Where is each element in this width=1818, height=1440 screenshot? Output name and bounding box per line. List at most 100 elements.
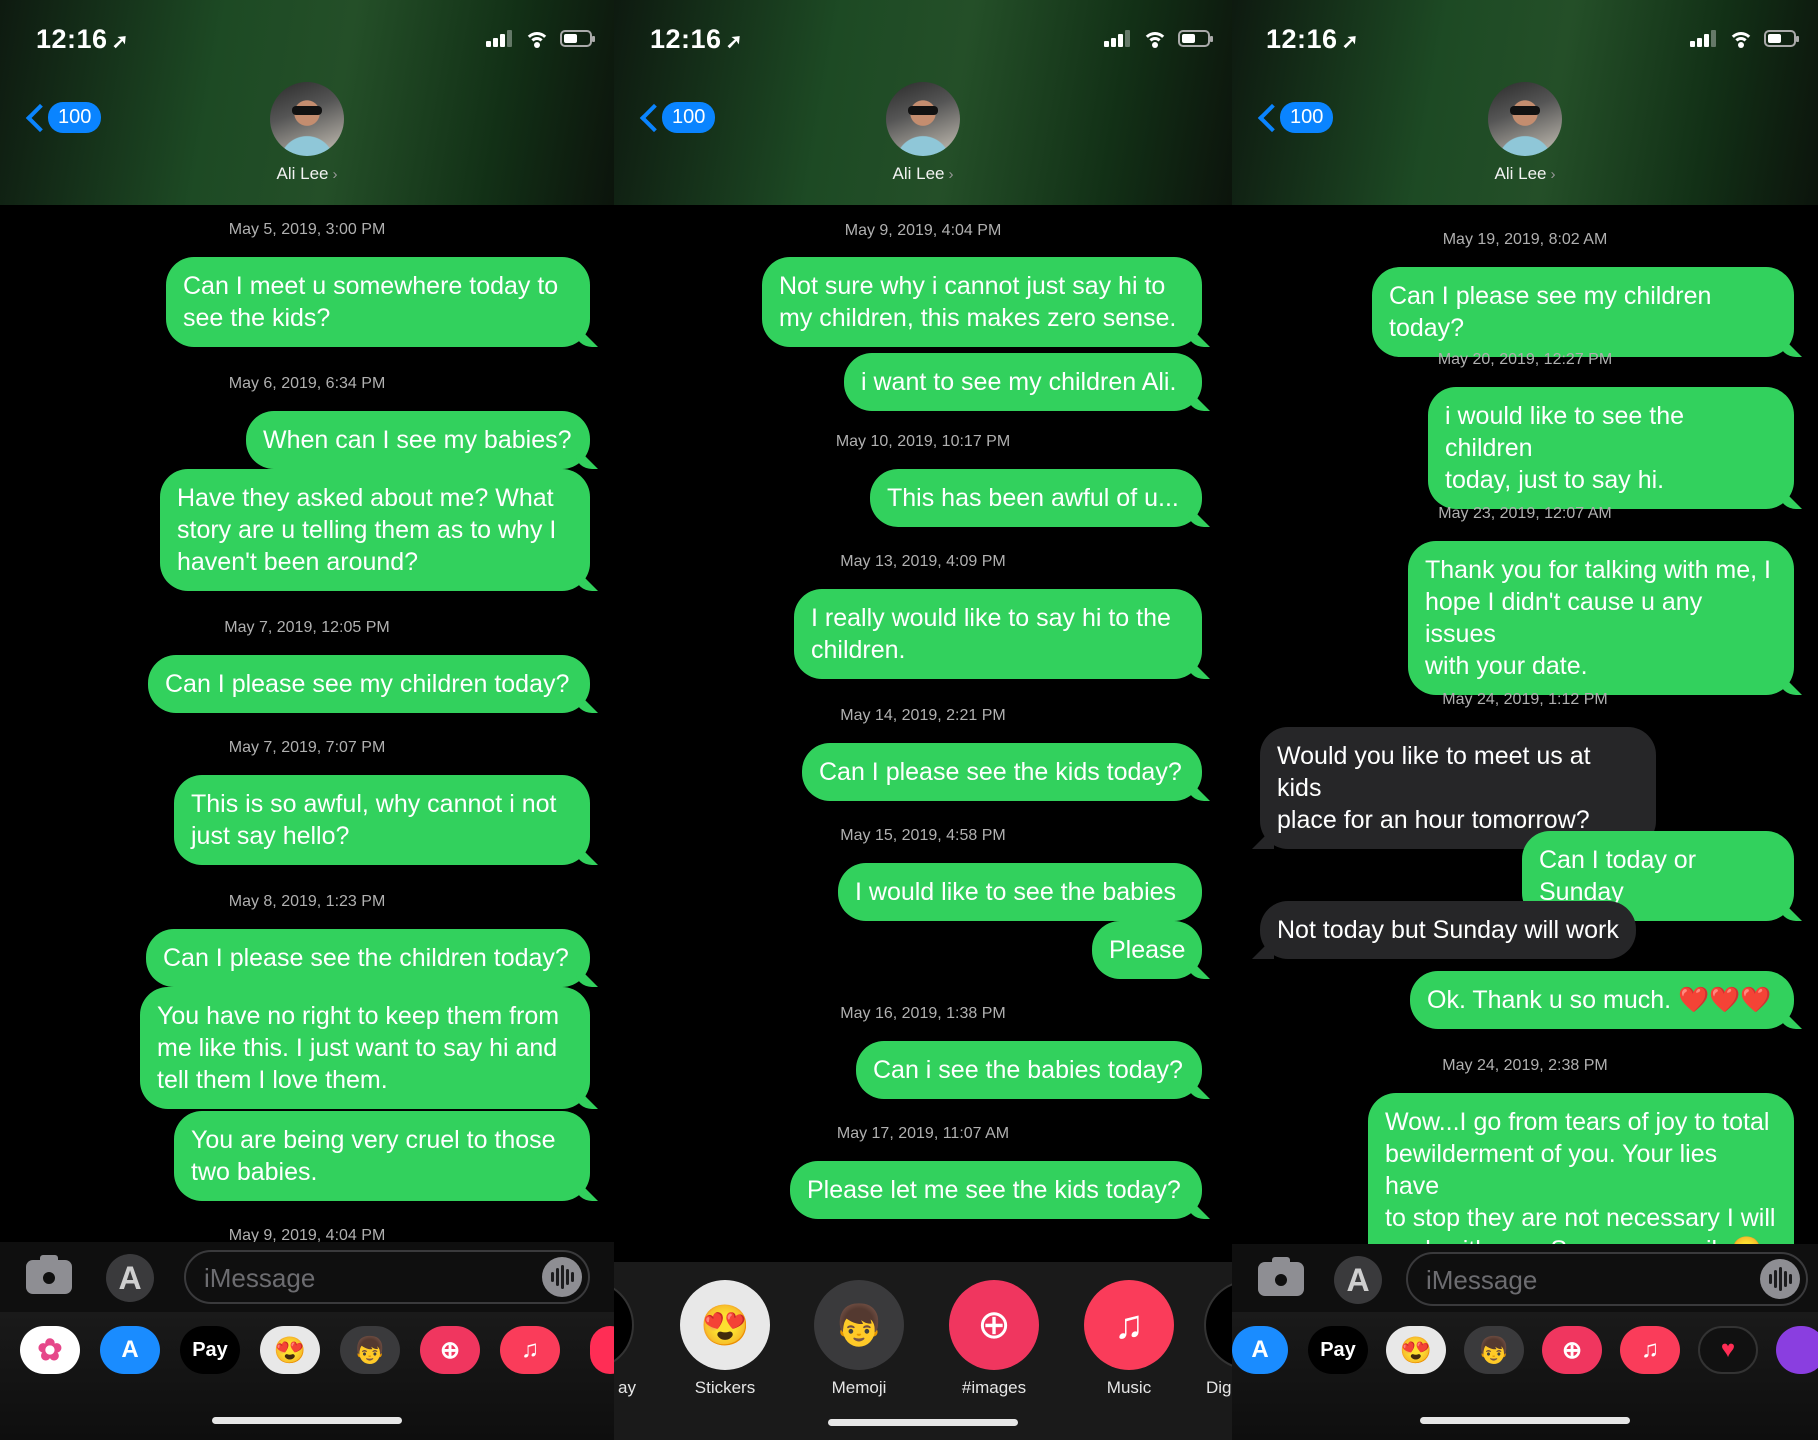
app-store-icon[interactable]: A xyxy=(1334,1256,1382,1304)
timestamp: May 15, 2019, 4:58 PM xyxy=(840,827,1006,844)
home-indicator xyxy=(828,1419,1018,1426)
audio-message-icon[interactable] xyxy=(1760,1259,1800,1299)
sent-message[interactable]: I really would like to say hi to the chi… xyxy=(794,589,1202,679)
app-store-icon[interactable]: A xyxy=(100,1326,160,1374)
contact-header[interactable]: Ali Lee › xyxy=(1232,82,1818,184)
sent-message[interactable]: Can i see the babies today? xyxy=(856,1041,1202,1099)
timestamp: May 8, 2019, 1:23 PM xyxy=(228,893,386,910)
conversation-header: 12:16 ➚ 100 Ali Lee › xyxy=(0,0,614,205)
status-icons xyxy=(486,28,595,48)
images-search-icon[interactable]: ⊕ xyxy=(420,1326,480,1374)
wifi-icon xyxy=(1142,28,1168,48)
sent-message[interactable]: Have they asked about me? What story are… xyxy=(160,469,590,591)
stickers-icon[interactable]: 😍 xyxy=(1386,1326,1446,1374)
contact-name[interactable]: Ali Lee › xyxy=(614,164,1232,184)
sent-message[interactable]: Please xyxy=(1092,921,1202,979)
sent-message[interactable]: You are being very cruel to those two ba… xyxy=(174,1111,590,1201)
apple-pay-icon xyxy=(614,1280,634,1370)
message-input[interactable]: iMessage xyxy=(1406,1252,1808,1306)
sent-message[interactable]: Please let me see the kids today? xyxy=(790,1161,1202,1219)
home-indicator xyxy=(1420,1417,1630,1424)
message-composer: A iMessage xyxy=(1232,1244,1818,1314)
timestamp: May 17, 2019, 11:07 AM xyxy=(836,1125,1010,1142)
digital-touch-icon[interactable] xyxy=(590,1326,614,1374)
sent-message[interactable]: Ok. Thank u so much. ❤️❤️❤️ xyxy=(1410,971,1794,1029)
photos-icon[interactable]: ✿ xyxy=(20,1326,80,1374)
contact-header[interactable]: Ali Lee › xyxy=(0,82,614,184)
sent-message[interactable]: When can I see my babies? xyxy=(246,411,590,469)
memoji-icon[interactable]: 👦 xyxy=(1464,1326,1524,1374)
imessage-app-drawer: ay 😍 Stickers 👦 Memoji ⊕ #images ♫ Music… xyxy=(614,1262,1232,1440)
music-icon[interactable]: ♫ xyxy=(500,1326,560,1374)
sent-message[interactable]: Can I please see the children today? xyxy=(146,929,590,987)
status-icons xyxy=(1104,28,1213,48)
timestamp: May 13, 2019, 4:09 PM xyxy=(840,553,1006,570)
battery-icon xyxy=(1178,29,1213,47)
drawer-item-music[interactable]: ♫ Music xyxy=(1079,1280,1179,1398)
app-store-icon[interactable]: A xyxy=(1232,1326,1288,1374)
contact-name[interactable]: Ali Lee › xyxy=(0,164,614,184)
sent-message[interactable]: i want to see my children Ali. xyxy=(844,353,1202,411)
status-time: 12:16 ➚ xyxy=(650,24,743,54)
timestamp: May 7, 2019, 12:05 PM xyxy=(224,619,390,636)
received-message[interactable]: Not today but Sunday will work xyxy=(1260,901,1636,959)
drawer-item-images[interactable]: ⊕ #images xyxy=(944,1280,1044,1398)
sent-message[interactable]: i would like to see the children today, … xyxy=(1428,387,1794,509)
drawer-item-digital-touch[interactable]: Dig xyxy=(1204,1280,1232,1398)
location-arrow-icon: ➚ xyxy=(1341,31,1359,53)
contact-name[interactable]: Ali Lee › xyxy=(1232,164,1818,184)
cellular-signal-icon xyxy=(486,29,514,47)
message-input[interactable]: iMessage xyxy=(184,1250,590,1304)
conversation-header: 12:16 ➚ 100 Ali Lee › xyxy=(1232,0,1818,205)
conversation-screenshot-3: 12:16 ➚ 100 Ali Lee › May 19, 2019, 8:02 A… xyxy=(1232,0,1818,1440)
location-arrow-icon: ➚ xyxy=(111,31,129,53)
timestamp: May 20, 2019, 12:27 PM xyxy=(1437,351,1613,368)
apple-pay-icon[interactable]: Pay xyxy=(180,1326,240,1374)
audio-message-icon[interactable] xyxy=(542,1257,582,1297)
images-search-icon: ⊕ xyxy=(949,1280,1039,1370)
drawer-item-apple-pay[interactable]: ay xyxy=(614,1280,644,1398)
wifi-icon xyxy=(1728,28,1754,48)
sent-message[interactable]: Can I meet u somewhere today to see the … xyxy=(166,257,590,347)
contact-avatar[interactable] xyxy=(1488,82,1562,156)
cellular-signal-icon xyxy=(1690,29,1718,47)
sent-message[interactable]: Can I please see the kids today? xyxy=(802,743,1202,801)
timestamp: May 9, 2019, 4:04 PM xyxy=(844,222,1002,239)
status-time: 12:16 ➚ xyxy=(1266,24,1359,54)
sent-message[interactable]: This has been awful of u... xyxy=(870,469,1202,527)
memoji-icon[interactable]: 👦 xyxy=(340,1326,400,1374)
contact-avatar[interactable] xyxy=(270,82,344,156)
chevron-right-icon: › xyxy=(1550,166,1556,183)
app-store-icon[interactable]: A xyxy=(106,1254,154,1302)
timestamp: May 7, 2019, 7:07 PM xyxy=(228,739,386,756)
sent-message[interactable]: I would like to see the babies xyxy=(838,863,1202,921)
camera-icon[interactable] xyxy=(1258,1257,1304,1296)
sent-message[interactable]: Can I please see my children today? xyxy=(148,655,590,713)
apple-pay-icon[interactable]: Pay xyxy=(1308,1326,1368,1374)
sent-message[interactable]: Can I please see my children today? xyxy=(1372,267,1794,357)
digital-touch-icon[interactable]: ♥ xyxy=(1698,1326,1758,1374)
camera-icon[interactable] xyxy=(26,1255,72,1294)
message-composer: A iMessage xyxy=(0,1242,614,1312)
timestamp: May 5, 2019, 3:00 PM xyxy=(228,221,386,238)
sent-message[interactable]: Not sure why i cannot just say hi to my … xyxy=(762,257,1202,347)
images-search-icon[interactable]: ⊕ xyxy=(1542,1326,1602,1374)
contact-avatar[interactable] xyxy=(886,82,960,156)
twitch-icon[interactable] xyxy=(1776,1326,1818,1374)
timestamp: May 14, 2019, 2:21 PM xyxy=(840,707,1006,724)
sent-message[interactable]: You have no right to keep them from me l… xyxy=(140,987,590,1109)
sent-message[interactable]: This is so awful, why cannot i not just … xyxy=(174,775,590,865)
timestamp: May 10, 2019, 10:17 PM xyxy=(835,433,1011,450)
app-dock: ✿ A Pay 😍 👦 ⊕ ♫ xyxy=(0,1312,614,1440)
music-icon[interactable]: ♫ xyxy=(1620,1326,1680,1374)
drawer-item-stickers[interactable]: 😍 Stickers xyxy=(675,1280,775,1398)
timestamp: May 19, 2019, 8:02 AM xyxy=(1442,231,1608,248)
memoji-icon: 👦 xyxy=(814,1280,904,1370)
stickers-icon[interactable]: 😍 xyxy=(260,1326,320,1374)
conversation-screenshot-2: 12:16 ➚ 100 Ali Lee › May 9, 2019, 4:04 PM… xyxy=(614,0,1232,1440)
location-arrow-icon: ➚ xyxy=(725,31,743,53)
drawer-item-memoji[interactable]: 👦 Memoji xyxy=(809,1280,909,1398)
contact-header[interactable]: Ali Lee › xyxy=(614,82,1232,184)
sent-message[interactable]: Thank you for talking with me, I hope I … xyxy=(1408,541,1794,695)
conversation-header: 12:16 ➚ 100 Ali Lee › xyxy=(614,0,1232,205)
